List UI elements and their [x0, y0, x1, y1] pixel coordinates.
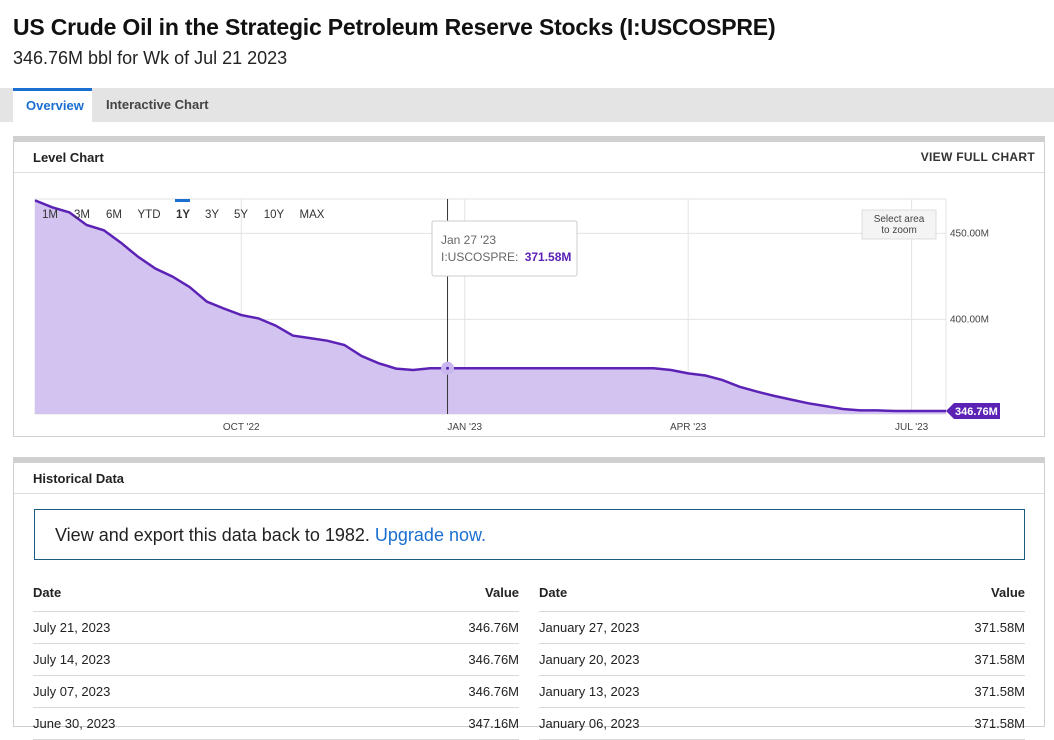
upgrade-message: View and export this data back to 1982. [55, 525, 370, 545]
page-title: US Crude Oil in the Strategic Petroleum … [13, 14, 776, 40]
zoom-active-indicator [175, 199, 190, 202]
table-row: July 21, 2023 346.76M [33, 612, 519, 644]
table-header: Date Value [33, 575, 519, 612]
tooltip-value: 371.58M [525, 250, 572, 264]
upgrade-banner: View and export this data back to 1982. … [34, 509, 1025, 560]
last-value-flag: 346.76M [946, 402, 1000, 419]
table-row: July 07, 2023 346.76M [33, 676, 519, 708]
row-date: June 30, 2023 [33, 716, 116, 731]
chart-tooltip: Jan 27 '23 I:USCOSPRE: 371.58M [431, 220, 578, 277]
x-tick-label: OCT '22 [223, 422, 260, 433]
row-value: 346.76M [468, 620, 519, 635]
zoom-button-3m[interactable]: 3M [74, 209, 90, 221]
row-value: 371.58M [974, 716, 1025, 731]
historical-table-right: Date Value January 27, 2023 371.58M Janua… [539, 575, 1025, 740]
value-column-header[interactable]: Value [485, 585, 519, 600]
table-row: January 27, 2023 371.58M [539, 612, 1025, 644]
select-zoom-hint-line2: to zoom [881, 225, 917, 236]
table-row: June 30, 2023 347.16M [33, 708, 519, 740]
zoom-button-1m[interactable]: 1M [42, 209, 58, 221]
y-tick-label: 450.00M [950, 228, 989, 239]
chart-hover-marker [441, 361, 455, 375]
table-row: January 20, 2023 371.58M [539, 644, 1025, 676]
table-row: January 13, 2023 371.58M [539, 676, 1025, 708]
tab-interactive-chart[interactable]: Interactive Chart [93, 88, 222, 122]
zoom-button-10y[interactable]: 10Y [264, 209, 285, 221]
page-subtitle: 346.76M bbl for Wk of Jul 21 2023 [13, 48, 288, 68]
zoom-button-1y[interactable]: 1Y [176, 209, 190, 221]
row-date: July 14, 2023 [33, 652, 111, 667]
y-tick-label: 400.00M [950, 314, 989, 325]
x-tick-label: JAN '23 [447, 422, 482, 433]
select-zoom-hint-line1: Select area [874, 214, 925, 225]
table-row: January 06, 2023 371.58M [539, 708, 1025, 740]
tooltip-series-name: I:USCOSPRE: [441, 250, 518, 264]
table-row: July 14, 2023 346.76M [33, 644, 519, 676]
row-value: 346.76M [468, 652, 519, 667]
row-value: 347.16M [468, 716, 519, 731]
x-tick-label: JUL '23 [895, 422, 929, 433]
row-value: 346.76M [468, 684, 519, 699]
level-chart-panel: Level Chart VIEW FULL CHART OCT '22 JAN '… [13, 136, 1045, 437]
historical-data-panel: Historical Data View and export this dat… [13, 457, 1045, 740]
level-chart[interactable]: OCT '22 JAN '23 APR '23 JUL '23 450.00M 400.… [14, 142, 1044, 436]
upgrade-now-link[interactable]: Upgrade now. [375, 525, 486, 545]
zoom-button-ytd[interactable]: YTD [138, 209, 161, 221]
historical-table-left: Date Value July 21, 2023 346.76M July 14,… [33, 575, 519, 740]
date-column-header[interactable]: Date [33, 585, 61, 600]
row-value: 371.58M [974, 620, 1025, 635]
row-value: 371.58M [974, 684, 1025, 699]
date-column-header[interactable]: Date [539, 585, 567, 600]
panel-divider [14, 493, 1044, 494]
tab-overview[interactable]: Overview [13, 88, 92, 122]
row-date: January 20, 2023 [539, 652, 640, 667]
tooltip-date: Jan 27 '23 [441, 233, 496, 247]
table-header: Date Value [539, 575, 1025, 612]
value-column-header[interactable]: Value [991, 585, 1025, 600]
row-date: July 21, 2023 [33, 620, 111, 635]
historical-data-heading: Historical Data [33, 471, 125, 486]
x-tick-label: APR '23 [670, 422, 707, 433]
zoom-button-6m[interactable]: 6M [106, 209, 122, 221]
row-date: January 06, 2023 [539, 716, 640, 731]
last-value-label: 346.76M [955, 406, 998, 418]
select-zoom-hint: Select area to zoom [861, 209, 937, 240]
row-date: January 13, 2023 [539, 684, 640, 699]
tooltip-series: I:USCOSPRE: 371.58M [441, 250, 571, 264]
tab-bar: Overview Interactive Chart [0, 88, 1054, 122]
zoom-button-max[interactable]: MAX [300, 209, 325, 221]
row-date: January 27, 2023 [539, 620, 640, 635]
zoom-button-3y[interactable]: 3Y [205, 209, 219, 221]
row-value: 371.58M [974, 652, 1025, 667]
row-date: July 07, 2023 [33, 684, 111, 699]
zoom-button-5y[interactable]: 5Y [234, 209, 248, 221]
